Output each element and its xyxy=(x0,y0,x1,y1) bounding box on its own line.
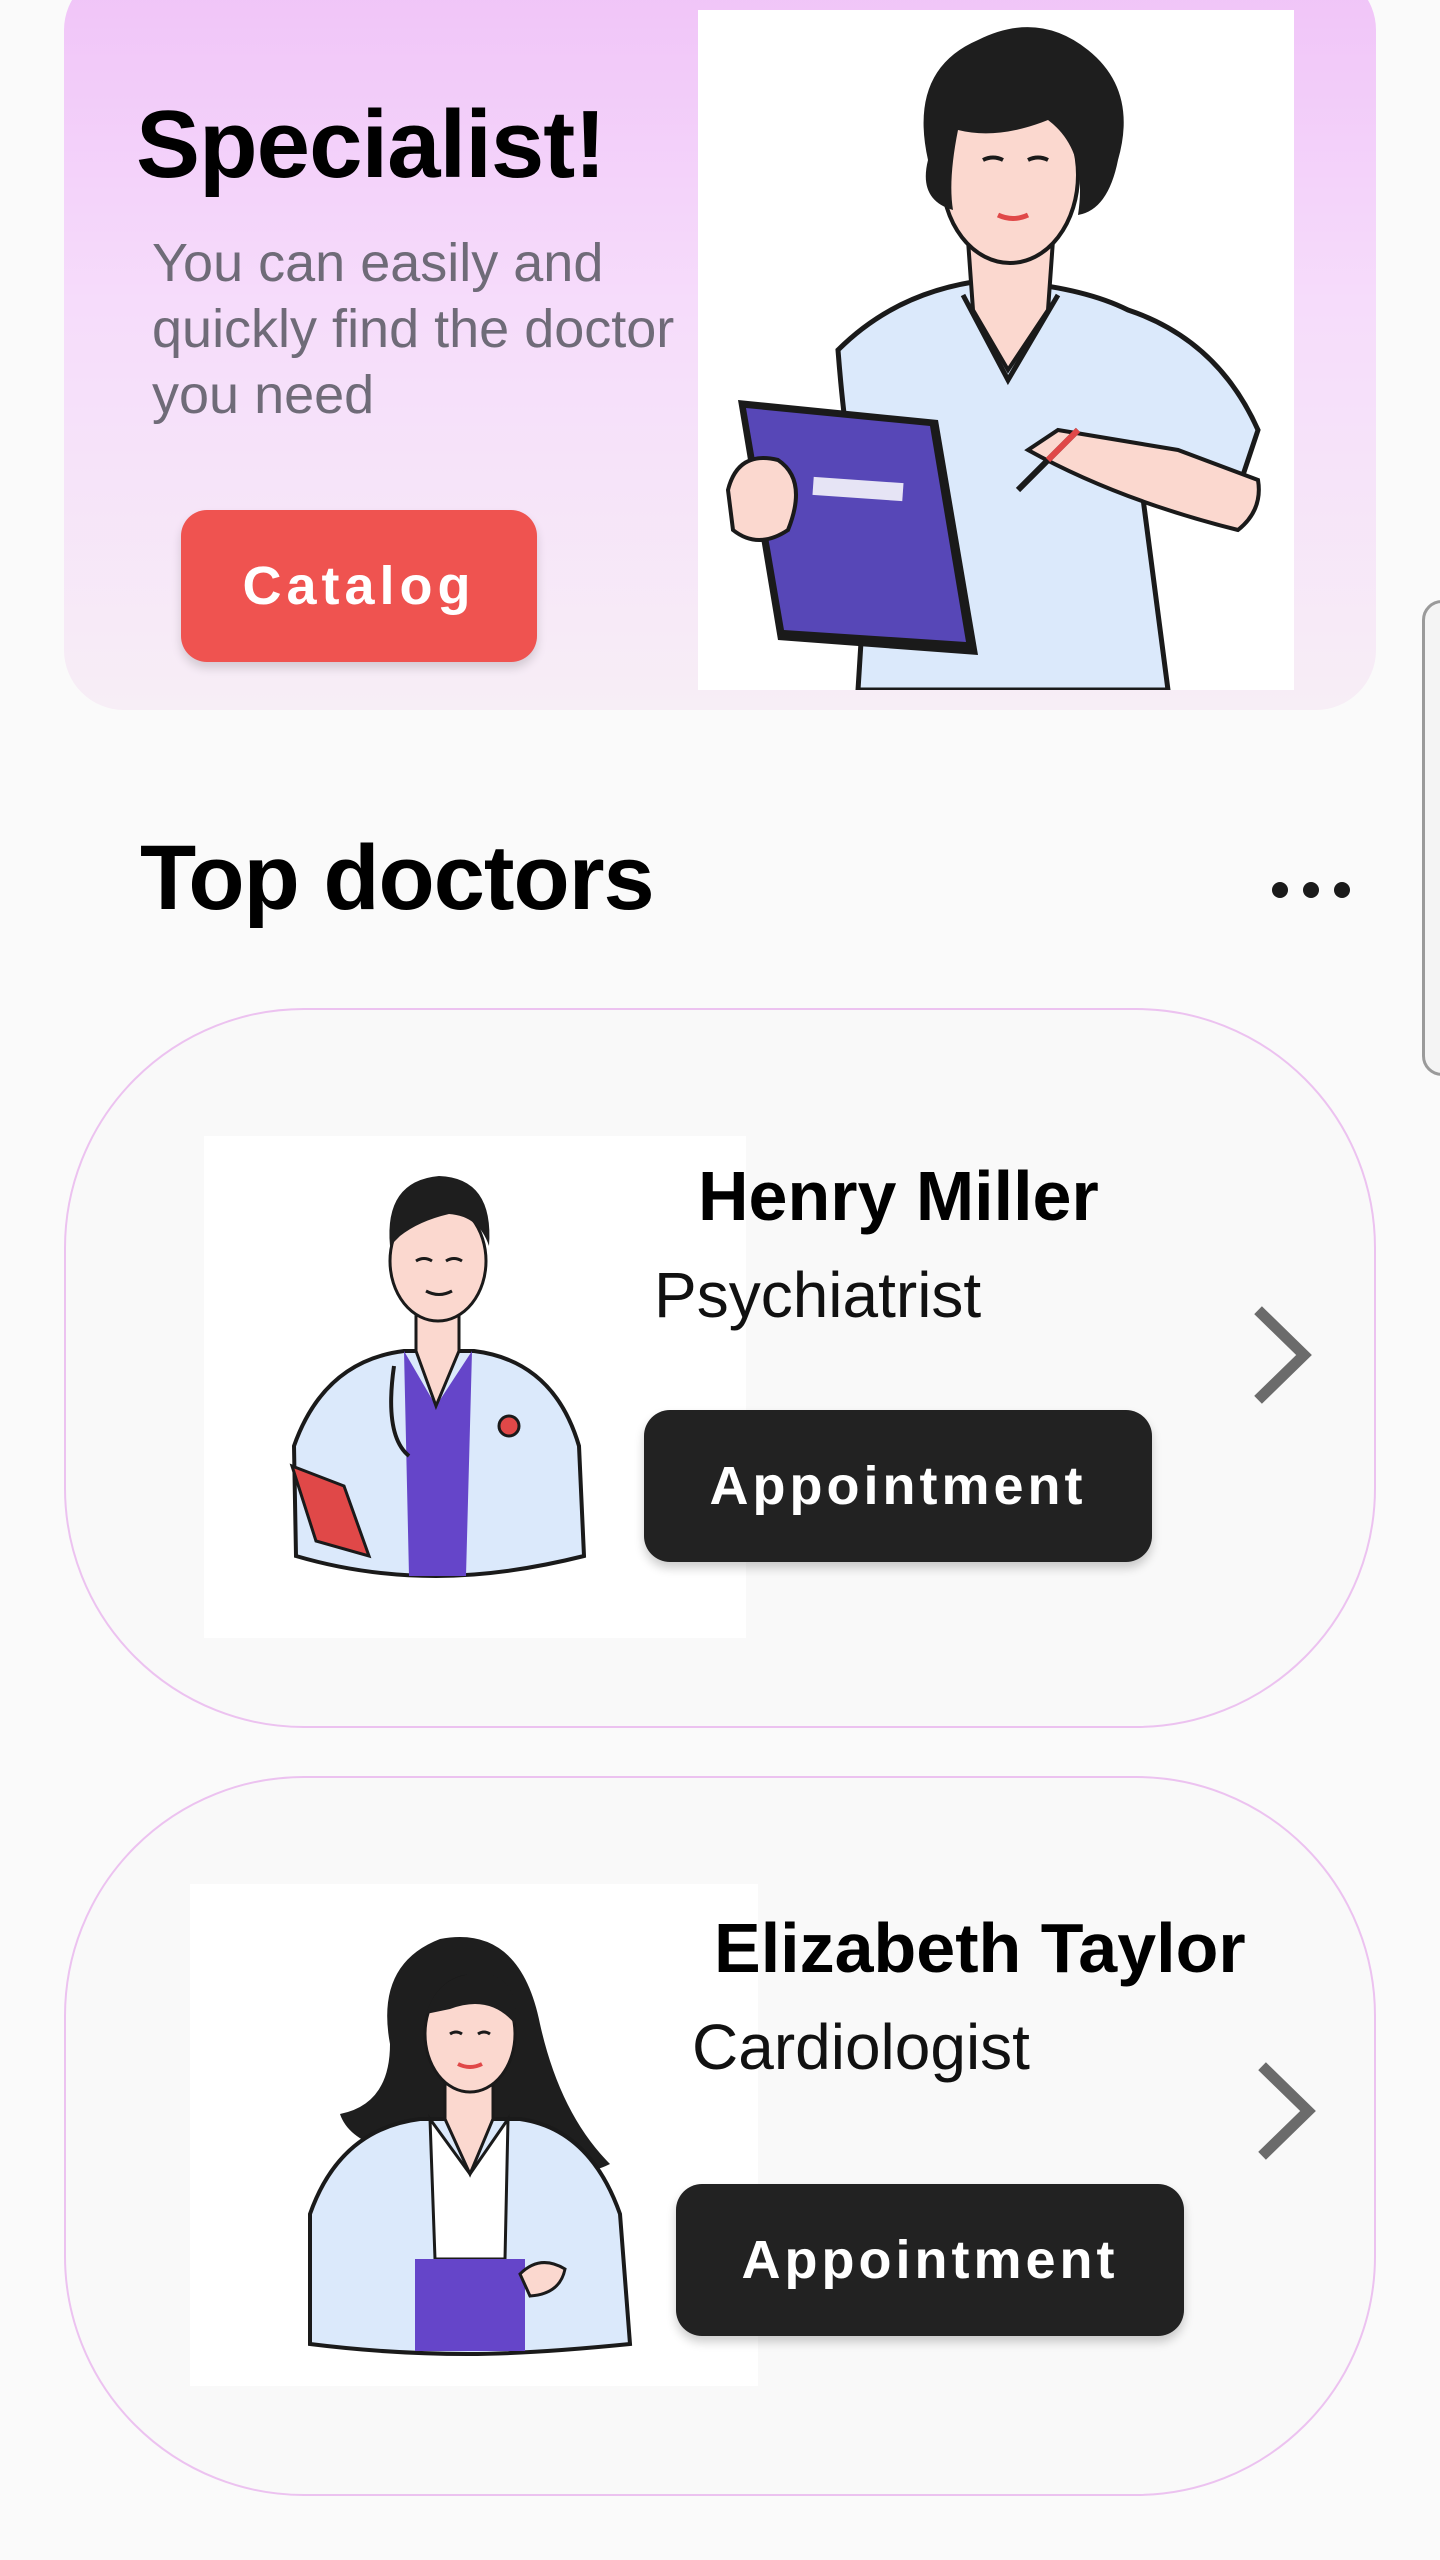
appointment-button[interactable]: Appointment xyxy=(676,2184,1184,2336)
more-horizontal-icon[interactable] xyxy=(1266,860,1356,920)
doctor-avatar xyxy=(190,1884,758,2386)
doctor-name: Henry Miller xyxy=(698,1157,1099,1235)
banner-title: Specialist! xyxy=(136,91,606,198)
nurse-illustration xyxy=(698,10,1294,693)
chevron-right-icon[interactable] xyxy=(1248,1300,1318,1410)
banner-subtitle: You can easily and quickly find the doct… xyxy=(152,233,675,425)
doctor-name: Elizabeth Taylor xyxy=(714,1909,1246,1987)
dot xyxy=(1334,882,1350,898)
specialist-banner: Specialist! You can easily and quickly f… xyxy=(64,0,1376,710)
doctor-card[interactable]: Henry Miller Psychiatrist Appointment xyxy=(64,1008,1376,1728)
dot xyxy=(1272,882,1288,898)
chevron-right-icon[interactable] xyxy=(1252,2056,1322,2166)
catalog-button[interactable]: Catalog xyxy=(181,510,537,662)
app-screen: Specialist! You can easily and quickly f… xyxy=(0,0,1440,2560)
doctor-avatar xyxy=(204,1136,746,1638)
doctor-specialty: Psychiatrist xyxy=(654,1259,982,1331)
top-doctors-heading: Top doctors xyxy=(140,827,655,929)
doctor-card[interactable]: Elizabeth Taylor Cardiologist Appointmen… xyxy=(64,1776,1376,2496)
doctor-specialty: Cardiologist xyxy=(692,2011,1030,2083)
edge-panel-handle[interactable] xyxy=(1422,600,1440,1076)
dot xyxy=(1303,882,1319,898)
appointment-button[interactable]: Appointment xyxy=(644,1410,1152,1562)
